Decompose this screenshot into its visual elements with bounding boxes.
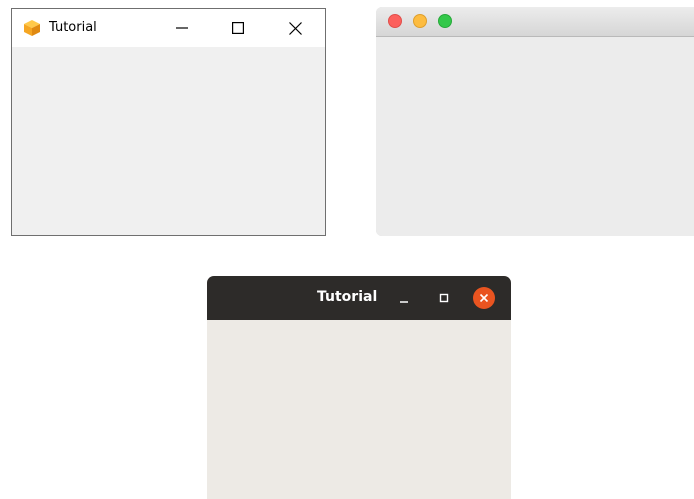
minimize-button[interactable] [393, 287, 415, 309]
macos-title-bar[interactable] [376, 7, 694, 37]
minimize-icon [176, 27, 188, 29]
windows-title-bar[interactable]: Tutorial [12, 9, 325, 47]
maximize-icon [232, 22, 244, 34]
windows-style-window: Tutorial [11, 8, 326, 236]
macos-client-area [376, 37, 694, 236]
zoom-icon[interactable] [438, 14, 452, 28]
ubuntu-style-window: Tutorial [207, 276, 511, 499]
cube-icon [22, 18, 42, 38]
minimize-icon[interactable] [413, 14, 427, 28]
window-title: Tutorial [317, 289, 378, 305]
maximize-button[interactable] [215, 9, 261, 47]
window-title: Tutorial [49, 20, 97, 35]
ubuntu-client-area [207, 320, 511, 499]
minimize-icon [400, 301, 408, 303]
close-icon[interactable] [388, 14, 402, 28]
maximize-button[interactable] [433, 287, 455, 309]
close-icon [473, 287, 495, 309]
ubuntu-title-bar[interactable]: Tutorial [207, 276, 511, 320]
macos-style-window [376, 7, 694, 236]
windows-client-area [12, 47, 325, 235]
minimize-button[interactable] [159, 9, 205, 47]
maximize-icon [439, 293, 449, 303]
close-button[interactable] [473, 287, 495, 309]
close-button[interactable] [272, 9, 318, 47]
close-icon [288, 21, 302, 35]
